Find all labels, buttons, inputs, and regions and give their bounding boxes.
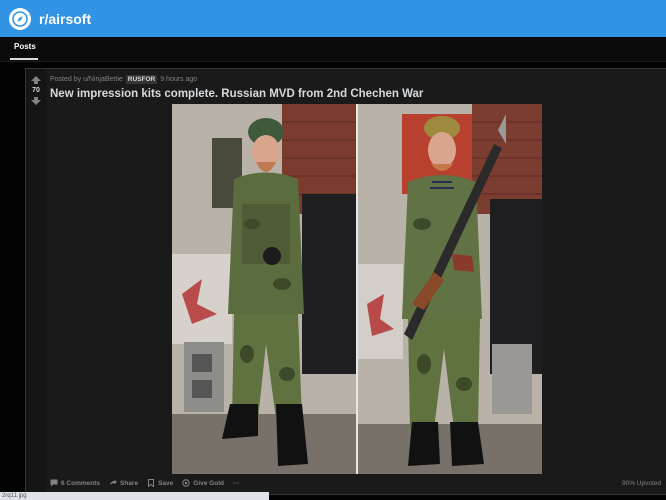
upvote-icon[interactable] <box>30 75 42 85</box>
more-options-button[interactable]: ··· <box>233 480 240 487</box>
top-bar: r/airsoft <box>0 0 666 37</box>
downvote-icon[interactable] <box>30 96 42 106</box>
subreddit-name[interactable]: r/airsoft <box>39 11 91 27</box>
post-meta: Posted by u/NinjaBettie RUSFOR 9 hours a… <box>50 75 197 84</box>
compass-icon <box>12 10 28 27</box>
user-flair: RUSFOR <box>125 75 158 84</box>
tab-posts[interactable]: Posts <box>14 42 36 51</box>
comment-icon <box>50 479 58 487</box>
give-gold-label: Give Gold <box>193 479 224 487</box>
save-label: Save <box>158 479 174 487</box>
upvote-ratio: 90% Upvoted <box>621 480 661 487</box>
post-card[interactable]: 70 Posted by u/NinjaBettie RUSFOR 9 hour… <box>25 68 666 495</box>
post-title[interactable]: New impression kits complete. Russian MV… <box>50 88 423 100</box>
share-button[interactable]: Share <box>109 479 138 487</box>
save-button[interactable]: Save <box>147 479 173 487</box>
post-actions: 6 Comments Share Save Give Gold ··· <box>50 479 248 487</box>
give-gold-button[interactable]: Give Gold <box>182 479 224 487</box>
share-label: Share <box>120 479 139 487</box>
photo-of-two-soldiers-in-camouflage <box>172 104 542 474</box>
status-bar-filename: 2rq11.jpg <box>0 492 269 500</box>
tab-bar: Posts <box>0 37 666 62</box>
vote-score: 70 <box>32 87 40 94</box>
comments-button[interactable]: 6 Comments <box>50 479 100 487</box>
post-time: 9 hours ago <box>160 76 198 83</box>
comments-label: 6 Comments <box>61 479 101 487</box>
tab-selected-indicator <box>10 58 38 60</box>
vote-column: 70 <box>26 69 46 494</box>
post-image[interactable] <box>172 104 542 474</box>
share-icon <box>110 479 117 485</box>
bookmark-icon <box>148 479 155 487</box>
gold-award-icon <box>182 479 190 487</box>
subreddit-logo[interactable] <box>9 7 31 30</box>
post-author[interactable]: Posted by u/NinjaBettie <box>50 76 123 83</box>
